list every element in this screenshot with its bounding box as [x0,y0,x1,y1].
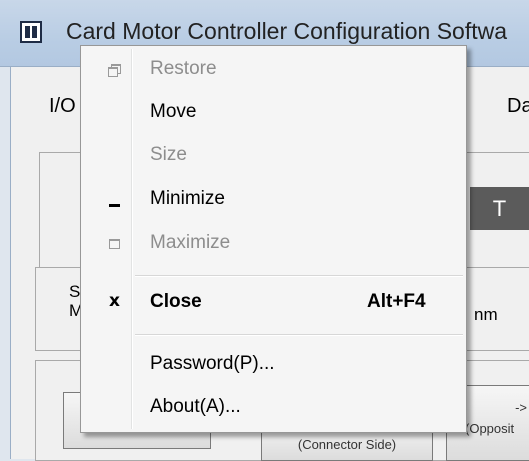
menu-item-label: Minimize [150,188,225,209]
menu-item-about[interactable]: About(A)... [84,389,463,427]
dark-tab-button[interactable]: T [470,187,529,230]
side-label-1: S [69,282,81,301]
menu-item-minimize[interactable]: Minimize [84,181,463,219]
close-shortcut: Alt+F4 [367,291,426,312]
menu-item-label: About(A)... [150,396,241,417]
restore-icon [108,63,122,77]
window-title: Card Motor Controller Configuration Soft… [66,18,508,44]
maximize-icon [108,237,122,251]
menu-item-label: Close [150,291,202,312]
tab-io[interactable]: I/O [49,95,76,118]
minimize-icon [108,193,122,207]
menu-item-label: Password(P)... [150,353,275,374]
menu-item-maximize[interactable]: Maximize [84,225,463,263]
arrow-label: -> [515,400,527,415]
menu-item-move[interactable]: Move [84,94,463,132]
unit-label: nm [474,305,498,324]
menu-item-label: Move [150,101,197,122]
menu-item-size[interactable]: Size [84,137,463,175]
menu-item-label: Maximize [150,232,231,253]
menu-separator [135,275,463,277]
menu-item-password[interactable]: Password(P)... [84,346,463,384]
close-icon: x [109,291,120,311]
opposite-side-label: (Opposit [465,421,515,436]
tab-data[interactable]: Dat [507,95,529,118]
menu-separator [135,334,463,336]
menu-item-label: Size [150,144,187,165]
menu-item-close[interactable]: x Close Alt+F4 [84,284,463,322]
app-icon[interactable] [20,21,42,43]
system-context-menu: Restore Move Size Minimize Maximize x Cl… [80,45,467,433]
menu-item-label: Restore [150,58,217,79]
menu-item-restore[interactable]: Restore [84,51,463,89]
